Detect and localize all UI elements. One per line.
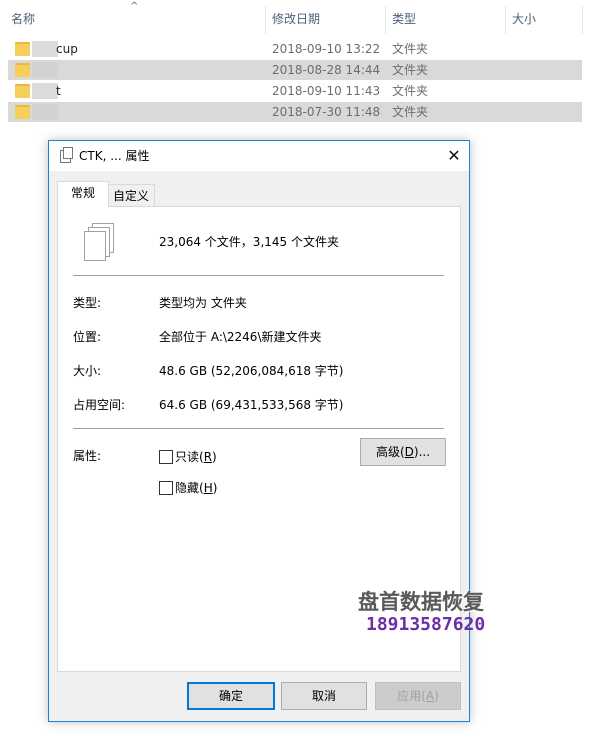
file-row[interactable]: 2018-08-28 14:44 文件夹: [8, 60, 582, 80]
cancel-button[interactable]: 取消: [281, 682, 367, 710]
hidden-label[interactable]: 隐藏(H): [175, 479, 217, 496]
file-name: cup: [56, 42, 78, 56]
folder-icon: [15, 84, 30, 98]
item-count: 23,064 个文件，3,145 个文件夹: [159, 235, 339, 249]
type-label: 类型:: [73, 296, 102, 310]
file-date: 2018-08-28 14:44: [272, 63, 381, 77]
disk-size-label: 占用空间:: [73, 398, 126, 412]
column-divider[interactable]: [385, 6, 386, 34]
column-type[interactable]: 类型: [392, 0, 416, 38]
hidden-checkbox[interactable]: [159, 481, 173, 495]
folder-icon: [15, 42, 30, 56]
size-value: 48.6 GB (52,206,084,618 字节): [159, 364, 344, 378]
dialog-title: CTK, ... 属性: [79, 149, 150, 163]
column-size[interactable]: 大小: [512, 0, 536, 38]
multiple-files-icon: [60, 147, 73, 163]
advanced-button[interactable]: 高级(D)...: [360, 438, 446, 466]
folder-icon: [15, 63, 30, 77]
close-button[interactable]: ✕: [439, 141, 469, 171]
readonly-checkbox[interactable]: [159, 450, 173, 464]
tab-custom[interactable]: 自定义: [107, 184, 155, 207]
apply-button[interactable]: 应用(A): [375, 682, 461, 710]
file-type: 文件夹: [392, 42, 429, 56]
watermark-brand: 盘首数据恢复: [358, 590, 484, 614]
redacted-name: [32, 83, 58, 99]
divider: [73, 275, 444, 276]
column-divider[interactable]: [582, 6, 583, 34]
column-divider[interactable]: [505, 6, 506, 34]
type-value: 类型均为 文件夹: [159, 296, 247, 310]
redacted-name: [32, 41, 58, 57]
file-name: t: [56, 84, 61, 98]
file-list-header: ^ 名称 修改日期 类型 大小: [0, 0, 604, 38]
redacted-name: [32, 104, 58, 120]
divider: [73, 428, 444, 429]
file-type: 文件夹: [392, 84, 429, 98]
location-label: 位置:: [73, 330, 102, 344]
watermark-phone: 18913587620: [366, 614, 486, 635]
column-modified[interactable]: 修改日期: [272, 0, 320, 38]
attributes-label: 属性:: [73, 449, 102, 463]
close-icon: ✕: [447, 146, 461, 165]
location-value: 全部位于 A:\2246\新建文件夹: [159, 330, 322, 344]
readonly-label[interactable]: 只读(R): [175, 448, 217, 465]
column-name[interactable]: 名称: [11, 0, 35, 38]
file-row[interactable]: t 2018-09-10 11:43 文件夹: [8, 81, 582, 101]
file-date: 2018-07-30 11:48: [272, 105, 381, 119]
folder-icon: [15, 105, 30, 119]
file-row[interactable]: cup 2018-09-10 13:22 文件夹: [8, 39, 582, 59]
ok-button[interactable]: 确定: [187, 682, 275, 710]
file-row[interactable]: 2018-07-30 11:48 文件夹: [8, 102, 582, 122]
size-label: 大小:: [73, 364, 102, 378]
file-date: 2018-09-10 11:43: [272, 84, 381, 98]
column-divider[interactable]: [265, 6, 266, 34]
sort-ascending-icon: ^: [130, 1, 139, 12]
file-date: 2018-09-10 13:22: [272, 42, 381, 56]
tab-general[interactable]: 常规: [57, 181, 109, 207]
dialog-titlebar[interactable]: CTK, ... 属性 ✕: [49, 141, 469, 171]
file-type: 文件夹: [392, 105, 429, 119]
file-type: 文件夹: [392, 63, 429, 77]
multiple-files-icon: [80, 223, 116, 263]
redacted-name: [32, 62, 58, 78]
disk-size-value: 64.6 GB (69,431,533,568 字节): [159, 398, 344, 412]
